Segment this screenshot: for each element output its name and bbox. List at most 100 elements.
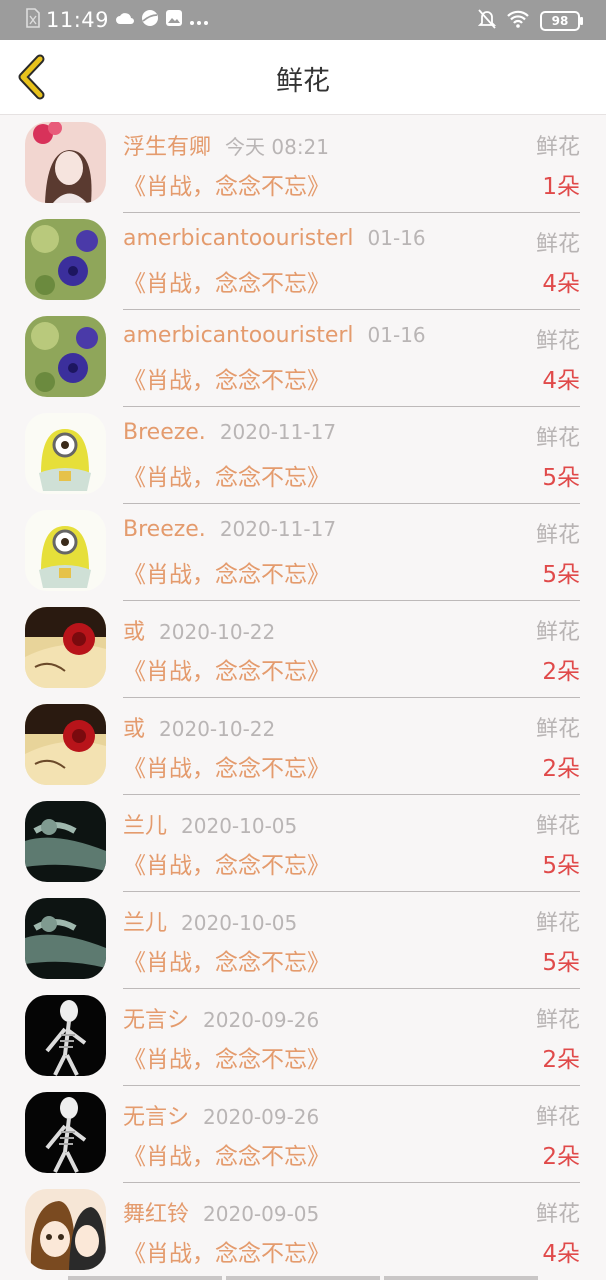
bottom-edge-bars xyxy=(68,1276,538,1280)
list-item[interactable]: Breeze. 2020-11-17 鲜花 《肖战，念念不忘》 5朵 xyxy=(0,504,606,601)
status-left: 11:49 xyxy=(26,8,209,32)
gift-count: 2朵 xyxy=(542,1144,580,1170)
avatar[interactable] xyxy=(25,316,106,397)
sim-icon xyxy=(26,8,40,32)
avatar[interactable] xyxy=(25,898,106,979)
edge-bar xyxy=(68,1276,222,1280)
list-item[interactable]: Breeze. 2020-11-17 鲜花 《肖战，念念不忘》 5朵 xyxy=(0,407,606,504)
book-title[interactable]: 《肖战，念念不忘》 xyxy=(123,167,330,201)
sender-name: 兰儿 2020-10-05 xyxy=(123,905,297,937)
gift-count: 2朵 xyxy=(542,756,580,782)
avatar[interactable] xyxy=(25,122,106,203)
send-date: 今天 08:21 xyxy=(225,135,330,159)
list-item[interactable]: 浮生有卿 今天 08:21 鲜花 《肖战，念念不忘》 1朵 xyxy=(0,116,606,213)
gift-count: 4朵 xyxy=(542,271,580,297)
list-item[interactable]: 舞红铃 2020-09-05 鲜花 《肖战，念念不忘》 4朵 xyxy=(0,1183,606,1280)
sender-name-text: 兰儿 xyxy=(123,911,168,936)
list-item[interactable]: 无言シ 2020-09-26 鲜花 《肖战，念念不忘》 2朵 xyxy=(0,989,606,1086)
status-right: 98 xyxy=(477,9,583,33)
avatar[interactable] xyxy=(25,995,106,1076)
book-title[interactable]: 《肖战，念念不忘》 xyxy=(123,1040,330,1074)
gift-count: 4朵 xyxy=(542,368,580,394)
cloud-icon xyxy=(115,10,135,30)
mute-icon xyxy=(477,9,497,33)
avatar[interactable] xyxy=(25,1092,106,1173)
book-title[interactable]: 《肖战，念念不忘》 xyxy=(123,943,330,977)
book-title[interactable]: 《肖战，念念不忘》 xyxy=(123,652,330,686)
gift-count: 5朵 xyxy=(542,853,580,879)
planet-icon xyxy=(141,9,159,31)
gift-count: 1朵 xyxy=(542,174,580,200)
gift-type: 鲜花 xyxy=(535,1202,580,1227)
sender-name: 无言シ 2020-09-26 xyxy=(123,1099,319,1131)
avatar[interactable] xyxy=(25,219,106,300)
gift-type: 鲜花 xyxy=(535,135,580,160)
clock: 11:49 xyxy=(46,8,110,32)
sender-name-text: 或 xyxy=(123,717,146,742)
sender-name: amerbicantoouristerl 01-16 xyxy=(123,226,426,251)
book-title[interactable]: 《肖战，念念不忘》 xyxy=(123,846,330,880)
avatar[interactable] xyxy=(25,607,106,688)
sender-name-text: 无言シ xyxy=(123,1008,190,1033)
sender-name: Breeze. 2020-11-17 xyxy=(123,517,336,542)
avatar[interactable] xyxy=(25,704,106,785)
gift-type: 鲜花 xyxy=(535,1008,580,1033)
send-date: 2020-10-05 xyxy=(181,911,298,935)
avatar[interactable] xyxy=(25,413,106,494)
avatar[interactable] xyxy=(25,801,106,882)
gift-count: 2朵 xyxy=(542,659,580,685)
book-title[interactable]: 《肖战，念念不忘》 xyxy=(123,1234,330,1268)
book-title[interactable]: 《肖战，念念不忘》 xyxy=(123,749,330,783)
send-date: 2020-10-22 xyxy=(159,717,276,741)
sender-name-text: 兰儿 xyxy=(123,814,168,839)
header-bar: 鲜花 xyxy=(0,40,606,115)
list-item[interactable]: 或 2020-10-22 鲜花 《肖战，念念不忘》 2朵 xyxy=(0,601,606,698)
book-title[interactable]: 《肖战，念念不忘》 xyxy=(123,458,330,492)
gift-count: 5朵 xyxy=(542,562,580,588)
wifi-icon xyxy=(506,10,530,32)
send-date: 01-16 xyxy=(367,226,426,250)
gift-type: 鲜花 xyxy=(535,329,580,354)
list-item[interactable]: 或 2020-10-22 鲜花 《肖战，念念不忘》 2朵 xyxy=(0,698,606,795)
more-icon xyxy=(189,11,209,30)
send-date: 2020-09-05 xyxy=(203,1202,320,1226)
list-item[interactable]: 兰儿 2020-10-05 鲜花 《肖战，念念不忘》 5朵 xyxy=(0,795,606,892)
gift-count: 5朵 xyxy=(542,465,580,491)
sender-name: 浮生有卿 今天 08:21 xyxy=(123,129,329,161)
gift-count: 5朵 xyxy=(542,950,580,976)
send-date: 2020-10-05 xyxy=(181,814,298,838)
send-date: 2020-11-17 xyxy=(219,517,337,541)
book-title[interactable]: 《肖战，念念不忘》 xyxy=(123,1137,330,1171)
sender-name-text: 或 xyxy=(123,620,146,645)
send-date: 2020-10-22 xyxy=(159,620,276,644)
avatar[interactable] xyxy=(25,1189,106,1270)
battery-icon: 98 xyxy=(540,11,583,31)
list-item[interactable]: 无言シ 2020-09-26 鲜花 《肖战，念念不忘》 2朵 xyxy=(0,1086,606,1183)
book-title[interactable]: 《肖战，念念不忘》 xyxy=(123,361,330,395)
sender-name: amerbicantoouristerl 01-16 xyxy=(123,323,426,348)
book-title[interactable]: 《肖战，念念不忘》 xyxy=(123,264,330,298)
sender-name-text: amerbicantoouristerl xyxy=(123,323,354,348)
list-item[interactable]: amerbicantoouristerl 01-16 鲜花 《肖战，念念不忘》 4… xyxy=(0,310,606,407)
gift-type: 鲜花 xyxy=(535,717,580,742)
edge-bar xyxy=(226,1276,380,1280)
send-date: 2020-09-26 xyxy=(203,1008,320,1032)
send-date: 2020-11-17 xyxy=(219,420,337,444)
list-item[interactable]: 兰儿 2020-10-05 鲜花 《肖战，念念不忘》 5朵 xyxy=(0,892,606,989)
gift-type: 鲜花 xyxy=(535,911,580,936)
sender-name: 无言シ 2020-09-26 xyxy=(123,1002,319,1034)
gift-list: 浮生有卿 今天 08:21 鲜花 《肖战，念念不忘》 1朵 amerbicanto… xyxy=(0,116,606,1280)
sender-name: 或 2020-10-22 xyxy=(123,711,275,743)
list-item[interactable]: amerbicantoouristerl 01-16 鲜花 《肖战，念念不忘》 4… xyxy=(0,213,606,310)
gift-count: 2朵 xyxy=(542,1047,580,1073)
sender-name: 舞红铃 2020-09-05 xyxy=(123,1196,319,1228)
gift-type: 鲜花 xyxy=(535,232,580,257)
sender-name-text: 浮生有卿 xyxy=(123,135,212,160)
sender-name-text: amerbicantoouristerl xyxy=(123,226,354,251)
gift-count: 4朵 xyxy=(542,1241,580,1267)
sender-name-text: Breeze. xyxy=(123,517,206,542)
avatar[interactable] xyxy=(25,510,106,591)
sender-name-text: 无言シ xyxy=(123,1105,190,1130)
sender-name: 兰儿 2020-10-05 xyxy=(123,808,297,840)
book-title[interactable]: 《肖战，念念不忘》 xyxy=(123,555,330,589)
